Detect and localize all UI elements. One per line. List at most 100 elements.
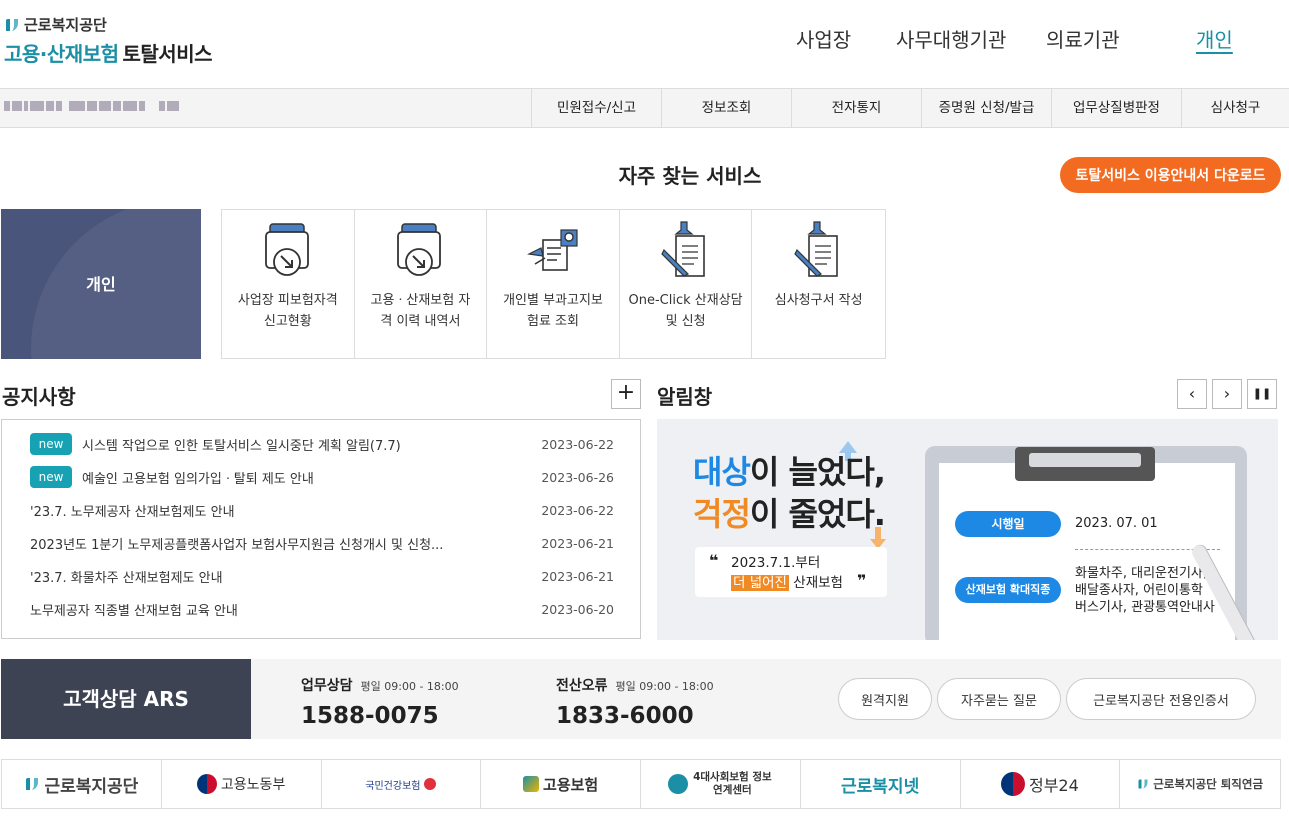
headline-rest-1: 이 늘었다,	[749, 453, 886, 491]
service-label-line1: 심사청구서 작성	[774, 293, 863, 308]
quote-highlight: 더 넓어진	[731, 575, 789, 591]
logo-nhis[interactable]: 국민건강보험	[322, 760, 482, 808]
top-nav-business[interactable]: 사업장	[796, 24, 851, 53]
ars-phone: 1588-0075	[301, 703, 439, 729]
remote-support-button[interactable]: 원격지원	[838, 678, 932, 720]
banner-quote: ❝ 2023.7.1.부터 더 넓어진 산재보험 ❞	[695, 547, 887, 597]
service-label-line2: 신고현황	[263, 314, 312, 329]
logo-text: 근로복지공단	[44, 776, 139, 797]
alert-pause-button[interactable]: ❚❚	[1247, 379, 1277, 409]
masked-user-info	[4, 101, 179, 111]
service-insurance-history[interactable]: 고용ㆍ산재보험 자격 이력 내역서	[355, 210, 488, 358]
notice-text: 2023년도 1분기 노무제공플랫폼사업자 보험사무지원금 신청개시 및 신청.…	[30, 537, 444, 553]
4insure-mark-icon	[668, 774, 689, 794]
banner-headline: 대상이 늘었다, 걱정이 줄었다.	[693, 451, 886, 535]
sub-nav-review-request[interactable]: 심사청구	[1181, 89, 1289, 127]
service-review-claim[interactable]: 심사청구서 작성	[752, 210, 885, 358]
logo-ei[interactable]: 고용보험	[481, 760, 641, 808]
alert-title: 알림창	[657, 385, 713, 409]
service-one-click-consult[interactable]: One-Click 산재상담및 신청	[620, 210, 753, 358]
notice-date: 2023-06-20	[541, 601, 614, 617]
effective-date-pill: 시행일	[955, 511, 1061, 537]
logo-comwel[interactable]: 근로복지공단	[2, 760, 162, 808]
ars-phone: 1833-6000	[556, 703, 694, 729]
new-badge: new	[30, 466, 72, 488]
logo-4insure[interactable]: 4대사회보험 정보연계센터	[641, 760, 801, 808]
quote-line1: 2023.7.1.부터	[731, 555, 821, 571]
ars-hours: 평일 09:00 - 18:00	[615, 680, 714, 693]
faq-button[interactable]: 자주묻는 질문	[937, 678, 1061, 720]
notice-date: 2023-06-26	[541, 469, 614, 485]
service-insured-status[interactable]: 사업장 피보험자격 신고현황	[222, 210, 355, 358]
top-nav: 사업장 사무대행기관 의료기관 개인	[0, 24, 1289, 54]
partner-logos: 근로복지공단 고용노동부 국민건강보험 고용보험 4대사회보험 정보연계센터 근…	[1, 759, 1281, 809]
service-label-line2: 및 신청	[665, 314, 706, 329]
top-nav-medical[interactable]: 의료기관	[1046, 24, 1120, 53]
service-label-line2: 격 이력 내역서	[380, 314, 461, 329]
notice-text: 시스템 작업으로 인한 토탈서비스 일시중단 계획 알림(7.7)	[82, 438, 401, 454]
expanded-jobs-value: 화물차주, 대리운전기사, 배달종사자, 어린이통학 버스기사, 관광통역안내사	[1075, 565, 1215, 616]
top-nav-agency[interactable]: 사무대행기관	[896, 24, 1006, 53]
logo-welfarenet[interactable]: 근로복지넷	[801, 760, 961, 808]
service-label-line2: 험료 조회	[526, 314, 579, 329]
notice-item[interactable]: 노무제공자 직종별 산재보험 교육 안내 2023-06-20	[30, 598, 614, 620]
sub-nav-info-lookup[interactable]: 정보조회	[661, 89, 791, 127]
sub-nav-disease-judgment[interactable]: 업무상질병판정	[1051, 89, 1181, 127]
logo-text: 국민건강보험	[365, 780, 421, 792]
ei-mark-icon	[523, 776, 540, 792]
notice-date: 2023-06-22	[541, 502, 614, 518]
service-label-line1: 고용ㆍ산재보험 자	[370, 293, 471, 308]
logo-text: 근로복지넷	[841, 776, 920, 797]
headline-rest-2: 이 줄었다.	[749, 495, 886, 533]
notice-date: 2023-06-21	[541, 535, 614, 551]
favorites-category: 개인	[1, 209, 201, 359]
quote-rest: 산재보험	[788, 575, 843, 591]
notice-text: 예술인 고용보험 임의가입ㆍ탈퇴 제도 안내	[82, 471, 314, 487]
notice-item[interactable]: new 예술인 고용보험 임의가입ㆍ탈퇴 제도 안내 2023-06-26	[30, 466, 614, 488]
headline-blue: 대상	[693, 453, 751, 491]
favorites-category-label: 개인	[86, 275, 116, 294]
jobs-line3: 버스기사, 관광통역안내사	[1075, 600, 1215, 615]
logo-text: 정부24	[1028, 776, 1079, 795]
notice-item[interactable]: 2023년도 1분기 노무제공플랫폼사업자 보험사무지원금 신청개시 및 신청.…	[30, 532, 614, 554]
alert-next-button[interactable]: ›	[1212, 379, 1242, 409]
logo-comwel-pension[interactable]: 근로복지공단 퇴직연금	[1120, 760, 1280, 808]
headline-orange: 걱정	[693, 495, 751, 533]
sub-nav-e-notice[interactable]: 전자통지	[791, 89, 921, 127]
clipboard-clip	[1015, 447, 1155, 481]
alert-banner[interactable]: 대상이 늘었다, 걱정이 줄었다. ❝ 2023.7.1.부터 더 넓어진 산재…	[657, 419, 1278, 640]
top-nav-personal[interactable]: 개인	[1196, 24, 1233, 53]
guide-download-button[interactable]: 토탈서비스 이용안내서 다운로드	[1060, 157, 1281, 193]
logo-moel[interactable]: 고용노동부	[162, 760, 322, 808]
page: 근로복지공단 고용·산재보험 토탈서비스 사업장 사무대행기관 의료기관 개인 민…	[0, 0, 1289, 816]
sub-nav-bar: 민원접수/신고 정보조회 전자통지 증명원 신청/발급 업무상질병판정 심사청구	[0, 88, 1289, 128]
notice-text: '23.7. 화물차주 산재보험제도 안내	[30, 570, 223, 586]
taegeuk-icon	[1000, 772, 1025, 796]
notice-item[interactable]: '23.7. 노무제공자 산재보험제도 안내 2023-06-22	[30, 499, 614, 521]
ars-name: 업무상담	[301, 678, 353, 694]
logo-text: 4대사회보험 정보연계센터	[693, 771, 772, 796]
notice-more-button[interactable]: +	[611, 379, 641, 409]
notice-item[interactable]: '23.7. 화물차주 산재보험제도 안내 2023-06-21	[30, 565, 614, 587]
notice-item[interactable]: new 시스템 작업으로 인한 토탈서비스 일시중단 계획 알림(7.7) 20…	[30, 433, 614, 455]
alert-prev-button[interactable]: ‹	[1177, 379, 1207, 409]
sub-nav-certificate[interactable]: 증명원 신청/발급	[921, 89, 1051, 127]
taegeuk-icon	[196, 774, 217, 794]
logo-gov24[interactable]: 정부24	[961, 760, 1121, 808]
ars-system-error: 전산오류 평일 09:00 - 18:00 1833-6000	[556, 675, 714, 729]
service-label-line1: One-Click 산재상담	[628, 293, 743, 308]
sub-nav-petition[interactable]: 민원접수/신고	[531, 89, 661, 127]
effective-date-value: 2023. 07. 01	[1075, 516, 1158, 531]
certificate-button[interactable]: 근로복지공단 전용인증서	[1066, 678, 1256, 720]
sub-nav: 민원접수/신고 정보조회 전자통지 증명원 신청/발급 업무상질병판정 심사청구	[531, 89, 1289, 127]
jobs-line1: 화물차주, 대리운전기사,	[1075, 566, 1207, 581]
ars-title: 고객상담 ARS	[1, 659, 251, 739]
notice-title: 공지사항	[2, 385, 76, 409]
notice-list: new 시스템 작업으로 인한 토탈서비스 일시중단 계획 알림(7.7) 20…	[1, 419, 641, 639]
document-pen-icon	[660, 221, 705, 277]
document-arrow-icon	[264, 223, 309, 276]
jobs-line2: 배달종사자, 어린이통학	[1075, 583, 1203, 598]
heart-icon	[424, 778, 437, 790]
service-premium-lookup[interactable]: 개인별 부과고지보험료 조회	[487, 210, 620, 358]
service-label-line1: 개인별 부과고지보	[503, 293, 603, 308]
